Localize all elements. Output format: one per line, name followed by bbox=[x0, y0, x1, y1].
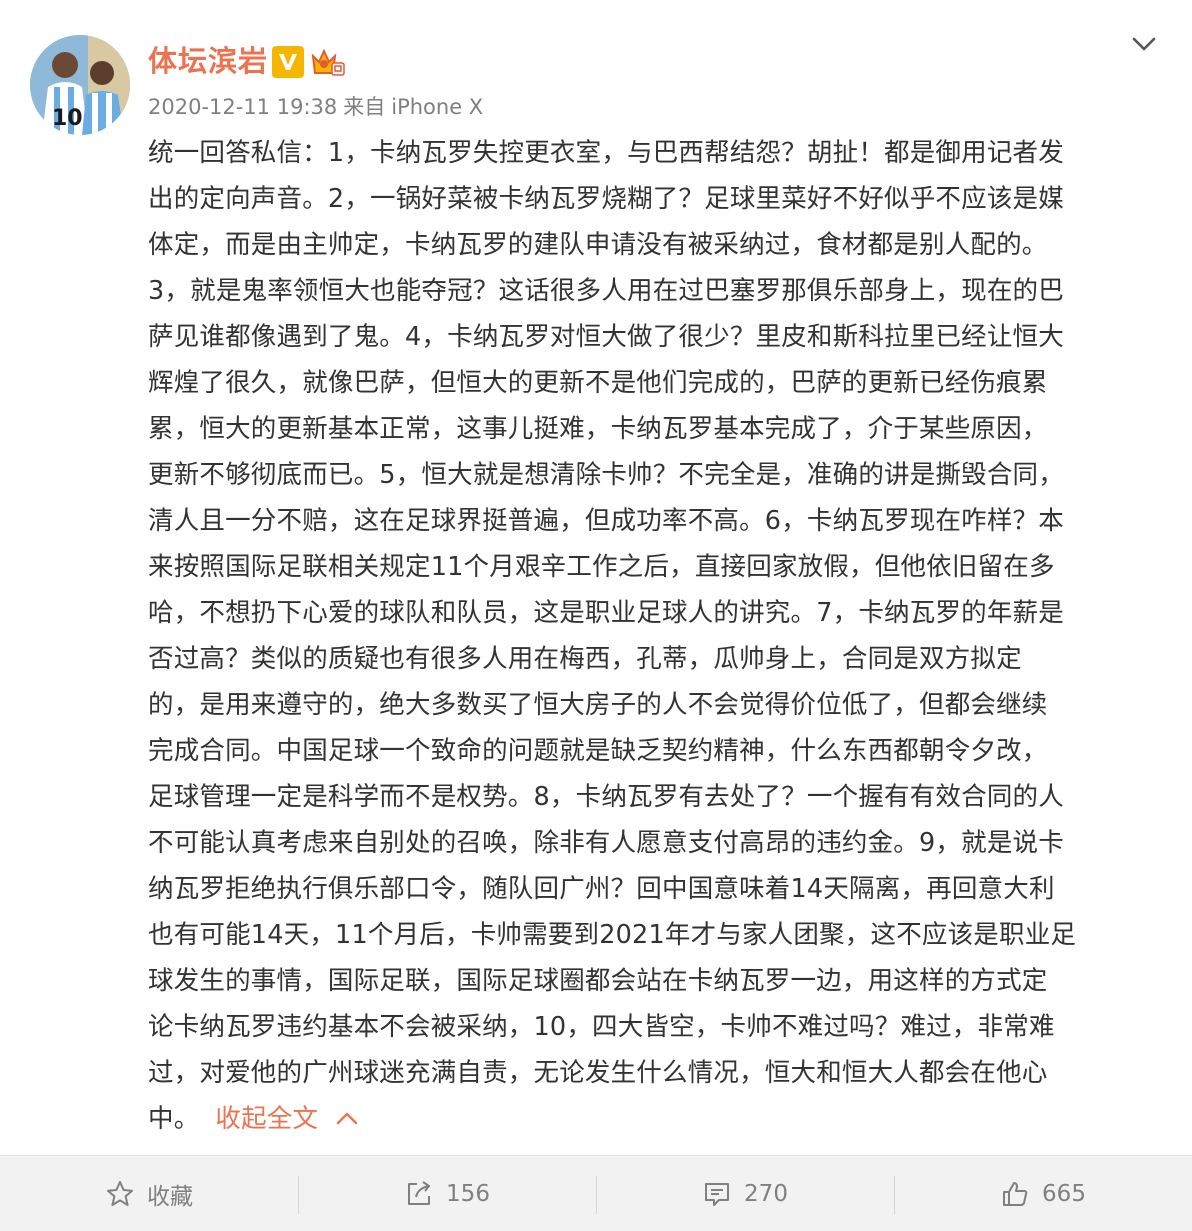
verified-v-icon[interactable] bbox=[272, 46, 304, 78]
post-menu-chevron-down-icon[interactable] bbox=[1126, 30, 1162, 58]
post-body-line: 过，对爱他的广州球迷充满自责，无论发生什么情况，恒大和恒大人都会在他心 bbox=[148, 1058, 1048, 1088]
author-badges bbox=[272, 44, 346, 80]
avatar-image: 10 bbox=[30, 35, 130, 135]
comment-count: 270 bbox=[744, 1180, 788, 1207]
post-body-line: 萨见谁都像遇到了鬼。4，卡纳瓦罗对恒大做了很少？里皮和斯科拉里已经让恒大 bbox=[148, 322, 1064, 352]
weibo-post: 10 体坛滨岩 2020-12-11 19:38 来自 iPhone X 统一回答私… bbox=[0, 0, 1192, 1155]
post-body-line: 足球管理一定是科学而不是权势。8，卡纳瓦罗有去处了？一个握有有效合同的人 bbox=[148, 782, 1064, 812]
like-button[interactable]: 665 bbox=[894, 1156, 1192, 1231]
star-icon bbox=[107, 1180, 133, 1206]
action-bar: 收藏 156 270 665 bbox=[0, 1155, 1192, 1231]
thumbs-up-icon bbox=[1003, 1181, 1028, 1206]
post-body-line: 纳瓦罗拒绝执行俱乐部口令，随队回广州？回中国意味着14天隔离，再回意大利 bbox=[148, 874, 1055, 904]
post-body-line: 哈，不想扔下心爱的球队和队员，这是职业足球人的讲究。7，卡纳瓦罗的年薪是 bbox=[148, 598, 1064, 628]
avatar-jersey-number: 10 bbox=[52, 106, 83, 131]
post-body-line: 论卡纳瓦罗违约基本不会被采纳，10，四大皆空，卡帅不难过吗？难过，非常难 bbox=[148, 1012, 1055, 1042]
repost-count: 156 bbox=[446, 1180, 490, 1207]
post-body-line: 不可能认真考虑来自别处的召唤，除非有人愿意支付高昂的违约金。9，就是说卡 bbox=[148, 828, 1064, 858]
repost-icon bbox=[408, 1180, 431, 1205]
post-timestamp[interactable]: 2020-12-11 19:38 bbox=[148, 95, 337, 119]
comment-icon bbox=[705, 1182, 730, 1206]
post-body-line: 中。 bbox=[148, 1104, 200, 1134]
post-body-line: 的，是用来遵守的，绝大多数买了恒大房子的人不会觉得价位低了，但都会继续 bbox=[148, 690, 1048, 720]
post-body-line: 出的定向声音。2，一锅好菜被卡纳瓦罗烧糊了？足球里菜好不好似乎不应该是媒 bbox=[148, 184, 1064, 214]
post-body-line: 辉煌了很久，就像巴萨，但恒大的更新不是他们完成的，巴萨的更新已经伤痕累 bbox=[148, 368, 1048, 398]
post-body-last-line: 中。 收起全文 bbox=[148, 1096, 1158, 1142]
post-body-line: 清人且一分不赔，这在足球界挺普遍，但成功率不高。6，卡纳瓦罗现在咋样？本 bbox=[148, 506, 1064, 536]
author-avatar[interactable]: 10 bbox=[30, 35, 130, 135]
like-count: 665 bbox=[1042, 1180, 1086, 1207]
author-name[interactable]: 体坛滨岩 bbox=[148, 42, 268, 80]
favorite-button[interactable]: 收藏 bbox=[0, 1156, 298, 1231]
post-body-line: 更新不够彻底而已。5，恒大就是想清除卡帅？不完全是，准确的讲是撕毁合同， bbox=[148, 460, 1064, 490]
post-source-prefix: 来自 bbox=[343, 95, 386, 119]
post-body-line: 统一回答私信：1，卡纳瓦罗失控更衣室，与巴西帮结怨？胡扯！都是御用记者发 bbox=[148, 138, 1064, 168]
post-source-device[interactable]: iPhone X bbox=[391, 95, 483, 119]
favorite-label: 收藏 bbox=[147, 1183, 193, 1210]
post-meta: 2020-12-11 19:38 来自 iPhone X bbox=[148, 92, 489, 122]
post-body-line: 完成合同。中国足球一个致命的问题就是缺乏契约精神，什么东西都朝令夕改， bbox=[148, 736, 1048, 766]
member-crown-icon[interactable] bbox=[310, 46, 346, 78]
post-body: 统一回答私信：1，卡纳瓦罗失控更衣室，与巴西帮结怨？胡扯！都是御用记者发 出的定向… bbox=[148, 130, 1158, 1142]
post-body-line: 来按照国际足联相关规定11个月艰辛工作之后，直接回家放假，但他依旧留在多 bbox=[148, 552, 1055, 582]
comment-button[interactable]: 270 bbox=[596, 1156, 894, 1231]
post-body-line: 否过高？类似的质疑也有很多人用在梅西，孔蒂，瓜帅身上，合同是双方拟定 bbox=[148, 644, 1022, 674]
collapse-full-text-link[interactable]: 收起全文 bbox=[215, 1104, 318, 1134]
post-body-line: 3，就是鬼率领恒大也能夺冠？这话很多人用在过巴塞罗那俱乐部身上，现在的巴 bbox=[148, 276, 1064, 306]
post-body-line: 累，恒大的更新基本正常，这事儿挺难，卡纳瓦罗基本完成了，介于某些原因， bbox=[148, 414, 1048, 444]
post-body-line: 球发生的事情，国际足联，国际足球圈都会站在卡纳瓦罗一边，用这样的方式定 bbox=[148, 966, 1048, 996]
repost-button[interactable]: 156 bbox=[298, 1156, 596, 1231]
post-body-line: 体定，而是由主帅定，卡纳瓦罗的建队申请没有被采纳过，食材都是别人配的。 bbox=[148, 230, 1048, 260]
chevron-up-icon[interactable] bbox=[336, 1094, 358, 1140]
post-body-line: 也有可能14天，11个月后，卡帅需要到2021年才与家人团聚，这不应该是职业足 bbox=[148, 920, 1077, 950]
